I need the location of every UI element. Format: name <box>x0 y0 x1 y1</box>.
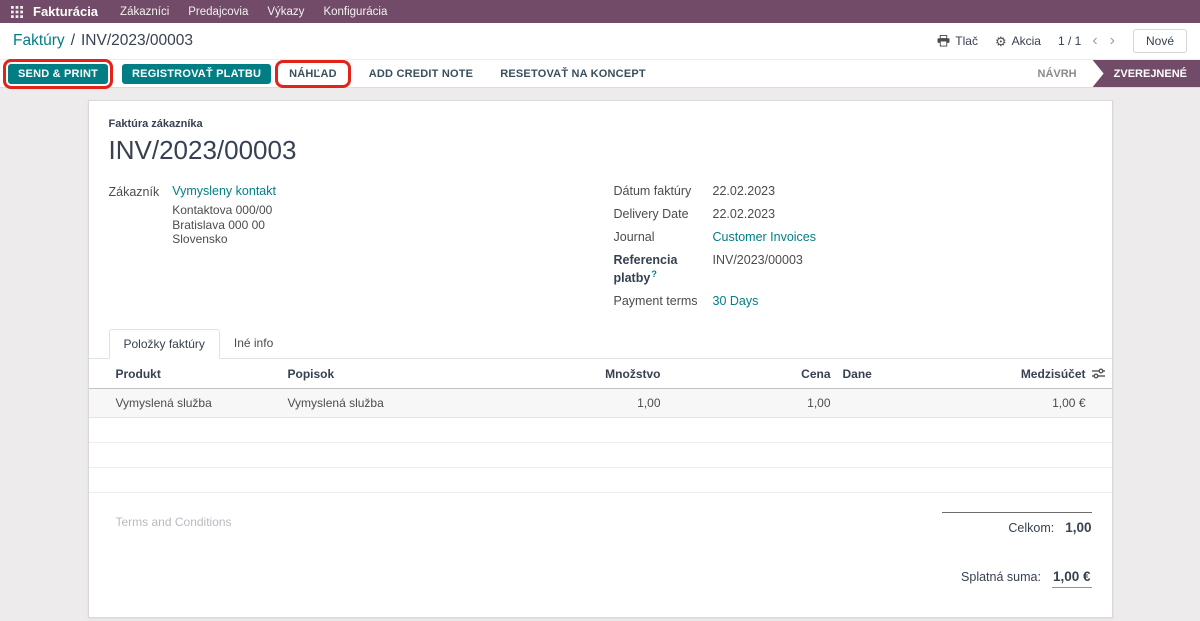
tab-bar: Položky faktúry Iné info <box>89 329 1112 359</box>
new-record-button[interactable]: Nové <box>1133 29 1187 53</box>
cell-description: Vymyslená služba <box>282 389 562 418</box>
menu-predajcovia[interactable]: Predajcovia <box>188 6 248 18</box>
preview-button[interactable]: NÁHĽAD <box>280 65 346 83</box>
field-invoice-date: Dátum faktúry 22.02.2023 <box>614 184 1092 198</box>
control-panel-right: Tlač ⚙ Akcia 1 / 1 ‹ › Nové <box>937 29 1187 53</box>
column-header-product: Produkt <box>89 359 282 389</box>
column-header-price: Cena <box>667 359 837 389</box>
print-button[interactable]: Tlač <box>937 34 978 48</box>
invoice-info-grid: Zákazník Vymysleny kontakt Kontaktova 00… <box>89 184 1112 317</box>
add-credit-note-button[interactable]: ADD CREDIT NOTE <box>360 65 482 83</box>
field-label: Dátum faktúry <box>614 184 713 198</box>
menu-zakaznici[interactable]: Zákazníci <box>120 6 169 18</box>
register-payment-button[interactable]: REGISTROVAŤ PLATBU <box>122 64 271 84</box>
invoice-lines-table: Produkt Popisok Množstvo Cena Dane Medzi… <box>89 359 1112 493</box>
statusbar-states: NÁVRH ZVEREJNENÉ <box>1030 60 1200 87</box>
invoice-form-sheet: Faktúra zákazníka INV/2023/00003 Zákazní… <box>88 100 1113 618</box>
print-label: Tlač <box>955 34 978 48</box>
tab-invoice-lines[interactable]: Položky faktúry <box>109 329 220 359</box>
column-header-quantity: Množstvo <box>562 359 667 389</box>
cell-product: Vymyslená služba <box>89 389 282 418</box>
pager: 1 / 1 ‹ › <box>1058 33 1116 49</box>
amount-due-row: Splatná suma: 1,00 € <box>942 569 1092 588</box>
invoice-date-value[interactable]: 22.02.2023 <box>713 184 776 198</box>
empty-line-row <box>89 443 1112 468</box>
customer-block: Zákazník Vymysleny kontakt Kontaktova 00… <box>109 184 276 317</box>
total-label: Celkom: <box>1008 521 1054 535</box>
top-navbar: Fakturácia Zákazníci Predajcovia Výkazy … <box>0 0 1200 23</box>
reset-to-draft-button[interactable]: RESETOVAŤ NA KONCEPT <box>491 65 655 83</box>
total-value: 1,00 <box>1065 520 1091 535</box>
customer-value-block: Vymysleny kontakt Kontaktova 000/00 Brat… <box>172 184 276 317</box>
field-payment-terms: Payment terms 30 Days <box>614 294 1092 308</box>
invoice-type-label: Faktúra zákazníka <box>109 118 1092 130</box>
field-delivery-date: Delivery Date 22.02.2023 <box>614 207 1092 221</box>
invoice-line-row[interactable]: Vymyslená služba Vymyslená služba 1,00 1… <box>89 389 1112 418</box>
customer-address-line: Kontaktova 000/00 <box>172 203 276 218</box>
action-label: Akcia <box>1012 34 1041 48</box>
pager-value: 1 / 1 <box>1058 34 1081 48</box>
pager-next-icon[interactable]: › <box>1109 33 1116 49</box>
empty-line-row <box>89 418 1112 443</box>
invoice-fields: Dátum faktúry 22.02.2023 Delivery Date 2… <box>614 184 1092 317</box>
help-marker-icon: ? <box>651 269 657 279</box>
statusbar: SEND & PRINT REGISTROVAŤ PLATBU NÁHĽAD A… <box>0 60 1200 88</box>
invoice-header: Faktúra zákazníka INV/2023/00003 <box>89 118 1112 166</box>
menu-vykazy[interactable]: Výkazy <box>267 6 304 18</box>
field-label: Referencia platby? <box>614 253 713 285</box>
gear-icon: ⚙ <box>995 35 1007 48</box>
control-panel: Faktúry / INV/2023/00003 Tlač ⚙ Akcia 1 … <box>0 23 1200 60</box>
apps-menu-button[interactable] <box>9 6 25 18</box>
customer-address-line: Bratislava 000 00 <box>172 218 276 233</box>
field-label: Payment terms <box>614 294 713 308</box>
total-row: Celkom: 1,00 <box>942 512 1092 535</box>
tab-other-info[interactable]: Iné info <box>220 329 287 359</box>
cell-price: 1,00 <box>667 389 837 418</box>
sheet-footer: Terms and Conditions Celkom: 1,00 Splatn… <box>89 493 1112 588</box>
notebook: Položky faktúry Iné info Produkt Popisok… <box>89 329 1112 493</box>
journal-value-link[interactable]: Customer Invoices <box>713 230 817 244</box>
breadcrumb-current: INV/2023/00003 <box>81 32 193 50</box>
column-header-subtotal: Medzisúčet <box>927 359 1112 389</box>
payment-reference-value[interactable]: INV/2023/00003 <box>713 253 803 285</box>
terms-and-conditions-input[interactable]: Terms and Conditions <box>116 515 232 588</box>
send-and-print-button[interactable]: SEND & PRINT <box>8 64 108 84</box>
empty-line-row <box>89 468 1112 493</box>
field-payment-reference: Referencia platby? INV/2023/00003 <box>614 253 1092 285</box>
field-label: Delivery Date <box>614 207 713 221</box>
pager-previous-icon[interactable]: ‹ <box>1091 33 1098 49</box>
amount-due-label: Splatná suma: <box>961 570 1041 584</box>
printer-icon <box>937 35 950 47</box>
breadcrumb-separator: / <box>71 32 75 50</box>
column-header-taxes: Dane <box>837 359 927 389</box>
customer-field-label: Zákazník <box>109 184 160 317</box>
state-posted[interactable]: ZVEREJNENÉ <box>1093 60 1200 87</box>
table-header-row: Produkt Popisok Množstvo Cena Dane Medzi… <box>89 359 1112 389</box>
customer-name-link[interactable]: Vymysleny kontakt <box>172 184 276 198</box>
totals-block: Celkom: 1,00 Splatná suma: 1,00 € <box>942 512 1092 588</box>
optional-columns-icon[interactable] <box>1092 368 1105 382</box>
cell-quantity: 1,00 <box>562 389 667 418</box>
delivery-date-value[interactable]: 22.02.2023 <box>713 207 776 221</box>
amount-due-value: 1,00 € <box>1052 569 1092 588</box>
invoice-number: INV/2023/00003 <box>109 135 1092 166</box>
cell-subtotal: 1,00 € <box>927 389 1112 418</box>
menu-konfiguracia[interactable]: Konfigurácia <box>323 6 387 18</box>
topbar-menus: Zákazníci Predajcovia Výkazy Konfiguráci… <box>120 6 387 18</box>
payment-terms-value-link[interactable]: 30 Days <box>713 294 759 308</box>
column-header-description: Popisok <box>282 359 562 389</box>
state-draft[interactable]: NÁVRH <box>1030 60 1093 87</box>
breadcrumb: Faktúry / INV/2023/00003 <box>13 32 193 50</box>
cell-taxes <box>837 389 927 418</box>
field-label: Journal <box>614 230 713 244</box>
action-menu-button[interactable]: ⚙ Akcia <box>995 34 1041 48</box>
customer-address-line: Slovensko <box>172 232 276 247</box>
app-name[interactable]: Fakturácia <box>33 4 98 19</box>
field-journal: Journal Customer Invoices <box>614 230 1092 244</box>
breadcrumb-parent-link[interactable]: Faktúry <box>13 32 65 50</box>
statusbar-buttons: SEND & PRINT REGISTROVAŤ PLATBU NÁHĽAD A… <box>0 64 655 84</box>
apps-grid-icon <box>11 6 23 18</box>
